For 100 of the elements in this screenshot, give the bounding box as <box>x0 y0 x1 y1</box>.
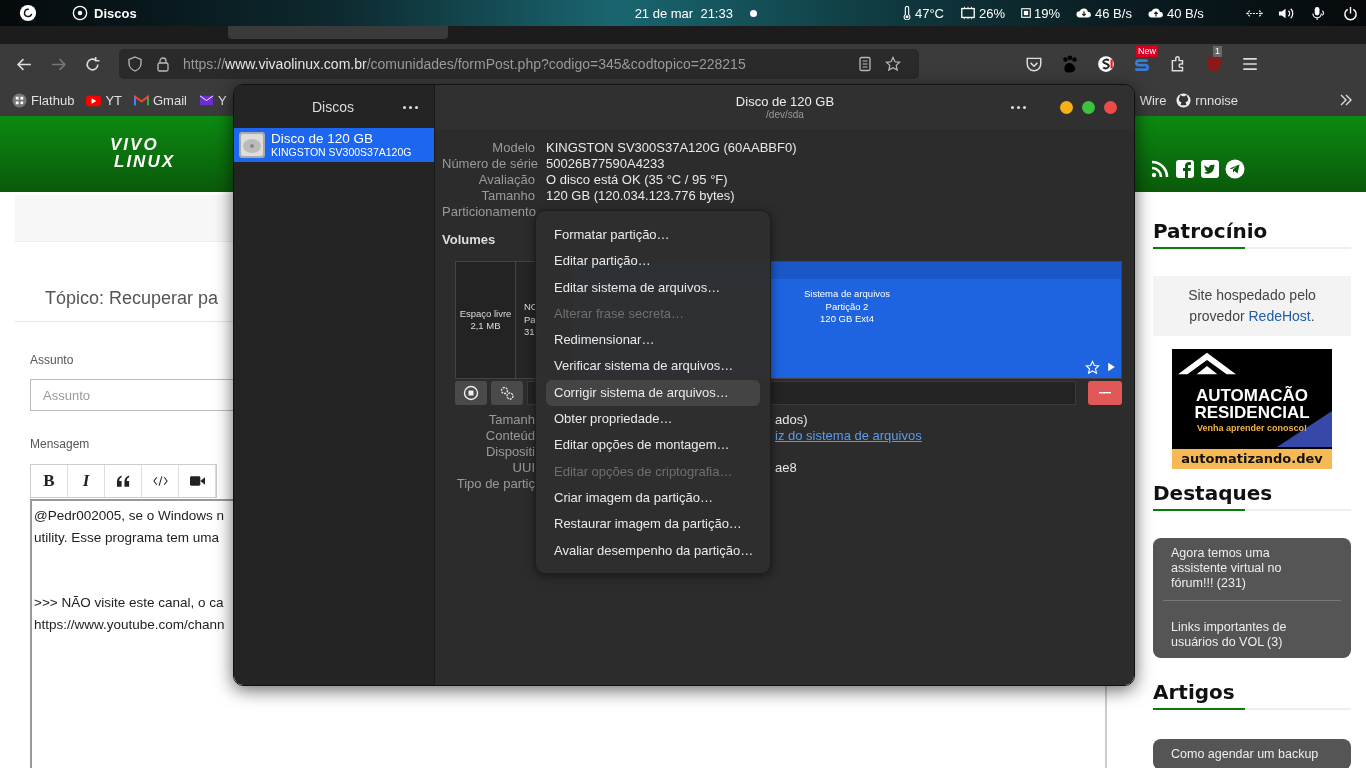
quote-icon <box>115 475 131 487</box>
reload-icon[interactable] <box>84 55 101 73</box>
banner-title: AUTOMACÃO <box>1195 387 1309 404</box>
property-label: Conteúd <box>484 428 535 444</box>
play-icon <box>1107 362 1116 372</box>
property-value: O disco está OK (35 °C / 95 °F) <box>546 172 729 188</box>
segment-label: Pa <box>524 313 536 327</box>
lock-icon[interactable] <box>155 56 171 72</box>
facebook-icon[interactable] <box>1175 159 1195 179</box>
url-field[interactable]: https://www.vivaolinux.com.br/comunidades/formPost.php?codigo=345&codtopico=228215 <box>119 49 919 79</box>
reader-view-icon[interactable] <box>857 56 873 72</box>
stop-button[interactable] <box>455 381 487 405</box>
shield-icon[interactable] <box>127 56 143 72</box>
indicator-reading[interactable]: 46 B/s <box>1095 5 1132 21</box>
stop-icon <box>463 385 479 401</box>
banner-tagline: Venha aprender conosco! <box>1197 423 1307 434</box>
indicator-reading[interactable]: 19% <box>1034 5 1061 21</box>
highlight-link[interactable]: Agora temos uma assistente virtual no fórum!!! (231) <box>1163 546 1341 591</box>
menu-item[interactable]: Editar opções de montagem… <box>546 432 760 459</box>
section-heading: Destaques <box>1153 481 1273 505</box>
ad-banner[interactable]: AUTOMACÃO RESIDENCIAL Venha aprender conosco! automatizando.dev <box>1172 349 1332 469</box>
pocket-icon[interactable] <box>1025 55 1043 73</box>
property-label: Modelo <box>491 140 535 156</box>
indicator-reading[interactable]: 26% <box>979 5 1005 21</box>
menu-item[interactable]: Restaurar imagem da partição… <box>546 511 760 538</box>
topic-title: Tópico: Recuperar pa <box>45 288 219 309</box>
gears-icon <box>499 385 515 401</box>
app-name[interactable]: Discos <box>94 5 137 21</box>
banner-title: RESIDENCIAL <box>1194 404 1310 421</box>
segment-label: 2,1 MB <box>470 320 501 333</box>
drive-item[interactable]: Disco de 120 GB KINGSTON SV300S37A120G <box>234 128 434 162</box>
section-heading: Patrocínio <box>1153 219 1268 243</box>
thermometer-icon <box>901 6 912 20</box>
minimize-button[interactable] <box>1060 100 1073 114</box>
bird-icon[interactable] <box>1200 159 1220 179</box>
s-logo-icon[interactable] <box>1097 55 1115 73</box>
close-button[interactable] <box>1104 100 1117 114</box>
settings-button[interactable] <box>491 381 523 405</box>
property-label: UUI <box>511 460 535 476</box>
property-label: Tipo de partiç <box>455 476 535 492</box>
message-text: >>> NÃO visite este canal, o ca <box>34 594 224 612</box>
menu-item[interactable]: Criar imagem da partição… <box>546 484 760 512</box>
section-heading: Volumes <box>442 232 496 248</box>
window-subtitle: /dev/sda <box>766 109 804 120</box>
disk-app-icon <box>72 5 88 21</box>
article-link[interactable]: Como agendar um backup <box>1163 747 1341 762</box>
video-camera-icon <box>189 475 205 487</box>
minus-icon <box>1099 392 1111 394</box>
bookmark-star-icon[interactable] <box>885 56 901 72</box>
notification-dot-icon <box>749 9 757 17</box>
bookmark-item[interactable]: Gmail <box>134 92 187 108</box>
partition-segment[interactable]: Espaço livre 2,1 MB <box>456 262 516 378</box>
mount-point-link[interactable]: iz do sistema de arquivos <box>775 428 922 444</box>
bookmark-item[interactable]: rnnoise <box>1176 92 1238 108</box>
extension-badge: New <box>1136 46 1158 57</box>
bookmark-item[interactable]: Y <box>198 92 227 108</box>
cloud-download-icon <box>1076 6 1093 20</box>
octocat-icon <box>1176 92 1192 108</box>
chevrons-icon[interactable] <box>1338 92 1354 108</box>
highlight-link[interactable]: Links importantes de usuários do VOL (3) <box>1163 620 1341 650</box>
field-label: Mensagem <box>30 437 90 451</box>
field-label: Assunto <box>30 353 74 367</box>
memory-icon <box>1021 6 1031 20</box>
menu-item[interactable]: Avaliar desempenho da partição… <box>546 537 760 564</box>
bookmark-item[interactable]: YT <box>86 92 122 108</box>
message-text: utility. Esse programa tem uma <box>34 529 220 547</box>
clock[interactable]: 21 de mar 21:33 <box>634 5 733 21</box>
indicator-reading[interactable]: 47°C <box>914 5 944 21</box>
drive-name: Disco de 120 GB <box>271 131 375 146</box>
property-value: 120 GB (120.034.123.776 bytes) <box>546 188 736 204</box>
property-label: Tamanh <box>487 412 535 428</box>
debian-swirl-icon[interactable] <box>19 4 37 22</box>
sponsor-link[interactable]: RedeHost <box>1248 308 1311 324</box>
menu-icon[interactable] <box>1241 55 1259 73</box>
maximize-button[interactable] <box>1082 100 1095 114</box>
indicator-reading[interactable]: 40 B/s <box>1166 5 1204 21</box>
power-icon[interactable] <box>1341 5 1359 21</box>
microphone-icon[interactable] <box>1309 5 1327 21</box>
drive-model: KINGSTON SV300S37A120G <box>271 146 412 159</box>
extension-badge: 1 <box>1213 46 1222 57</box>
segment-label: Espaço livre <box>459 307 512 320</box>
banner-url: automatizando.dev <box>1172 449 1332 469</box>
flathub-icon <box>12 92 27 108</box>
menu-item[interactable]: Formatar partição… <box>546 222 760 249</box>
site-logo[interactable]: VIVO LINUX <box>110 136 175 170</box>
segment-label: Partição 2 <box>825 300 869 314</box>
menu-item[interactable]: Corrigir sistema de arquivos… <box>546 379 760 407</box>
bookmark-item[interactable]: Flathub <box>12 92 75 108</box>
cloud-upload-icon <box>1147 6 1164 20</box>
rss-icon[interactable] <box>1150 159 1170 179</box>
bookmark-item[interactable]: Wire <box>1139 92 1167 108</box>
property-value: ados) <box>775 412 808 428</box>
property-label: Avaliação <box>477 172 535 188</box>
paper-plane-icon[interactable] <box>1225 159 1245 179</box>
sponsor-text: Site hospedado pelo provedor RedeHost. <box>1188 287 1316 324</box>
property-label: Dispositi <box>484 444 535 460</box>
m-logo-icon <box>134 92 149 108</box>
property-label: Tamanho <box>480 188 535 204</box>
menu-item[interactable]: Obter propriedade… <box>546 406 760 433</box>
message-text: @Pedr002005, se o Windows n <box>34 507 225 525</box>
